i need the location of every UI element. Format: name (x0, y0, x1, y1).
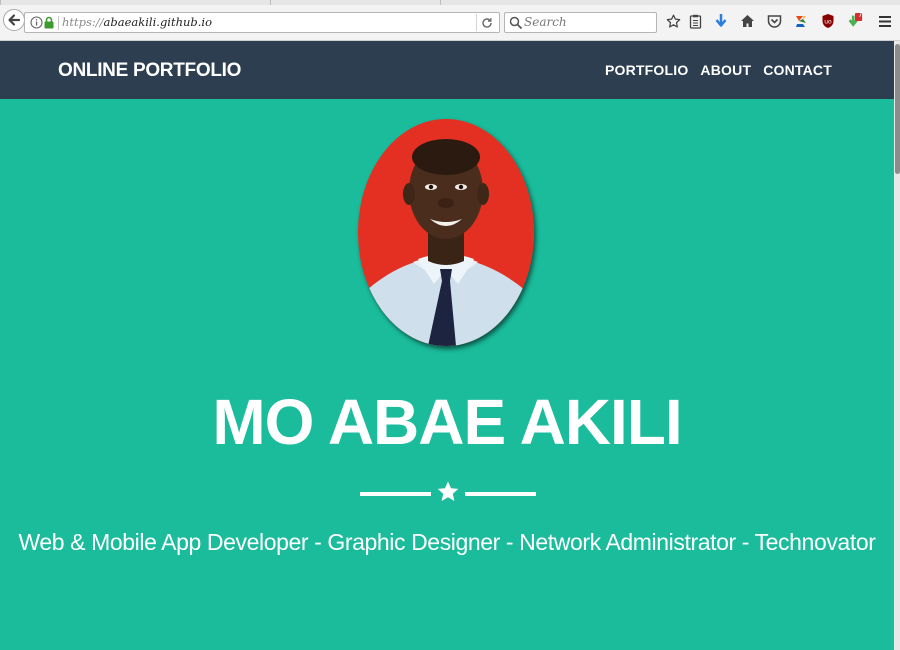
reload-button[interactable] (476, 14, 496, 31)
pocket-icon (767, 15, 781, 28)
nav-link-portfolio[interactable]: PORTFOLIO (605, 62, 688, 78)
notification-count: 7 (858, 11, 863, 19)
divider-line-right (465, 492, 536, 496)
hero-section: MO ABAE AKILI Web & Mobile App Developer… (0, 99, 894, 650)
shield-icon: uo (822, 14, 834, 28)
downloads-button[interactable] (713, 13, 729, 29)
url-text[interactable]: https://abaeakili.github.io (62, 15, 212, 29)
tab-strip (0, 0, 900, 5)
search-placeholder: Search (524, 15, 567, 29)
star-outline-icon (666, 14, 680, 28)
info-icon[interactable] (30, 16, 43, 29)
site-navbar: ONLINE PORTFOLIO PORTFOLIO ABOUT CONTACT (0, 41, 894, 99)
back-arrow-icon (8, 14, 21, 26)
nav-link-contact[interactable]: CONTACT (763, 62, 832, 78)
star-divider (360, 479, 536, 507)
url-separator (58, 16, 59, 30)
brand-logo[interactable]: ONLINE PORTFOLIO (58, 60, 241, 82)
tab[interactable] (0, 0, 270, 5)
clipboard-icon (689, 14, 701, 29)
home-button[interactable] (739, 13, 755, 29)
hero-tagline: Web & Mobile App Developer - Graphic Des… (18, 529, 876, 555)
hamburger-menu-icon (879, 15, 891, 27)
reading-list-button[interactable] (687, 13, 703, 29)
hero-name: MO ABAE AKILI (212, 386, 682, 458)
colorful-extension-icon (796, 16, 806, 27)
url-scheme: https:// (62, 15, 104, 29)
bookmark-star-button[interactable] (665, 13, 681, 29)
lock-icon[interactable] (43, 16, 55, 29)
url-bar[interactable]: https://abaeakili.github.io (24, 12, 500, 33)
nav-links: PORTFOLIO ABOUT CONTACT (605, 62, 832, 78)
back-button[interactable] (3, 9, 25, 31)
profile-photo (358, 119, 534, 346)
tab[interactable] (440, 0, 670, 5)
extension-button[interactable] (793, 13, 809, 29)
browser-toolbar: https://abaeakili.github.io Search uo 7 (0, 0, 900, 41)
notifier-button[interactable]: 7 (847, 11, 863, 29)
divider-line-left (360, 492, 431, 496)
nav-link-about[interactable]: ABOUT (700, 62, 751, 78)
star-icon (437, 481, 459, 501)
url-host: abaeakili.github.io (103, 15, 213, 29)
search-icon (509, 16, 523, 30)
scrollbar-thumb[interactable] (895, 44, 900, 174)
profile-photo-icon (358, 119, 534, 346)
ublock-button[interactable]: uo (820, 13, 836, 29)
reload-icon (481, 17, 492, 28)
svg-text:uo: uo (824, 19, 832, 26)
pocket-button[interactable] (766, 13, 782, 29)
tab[interactable] (270, 0, 350, 5)
menu-button[interactable] (877, 13, 893, 29)
home-icon (740, 15, 754, 27)
download-arrow-icon (715, 14, 727, 27)
search-bar[interactable]: Search (504, 12, 657, 33)
